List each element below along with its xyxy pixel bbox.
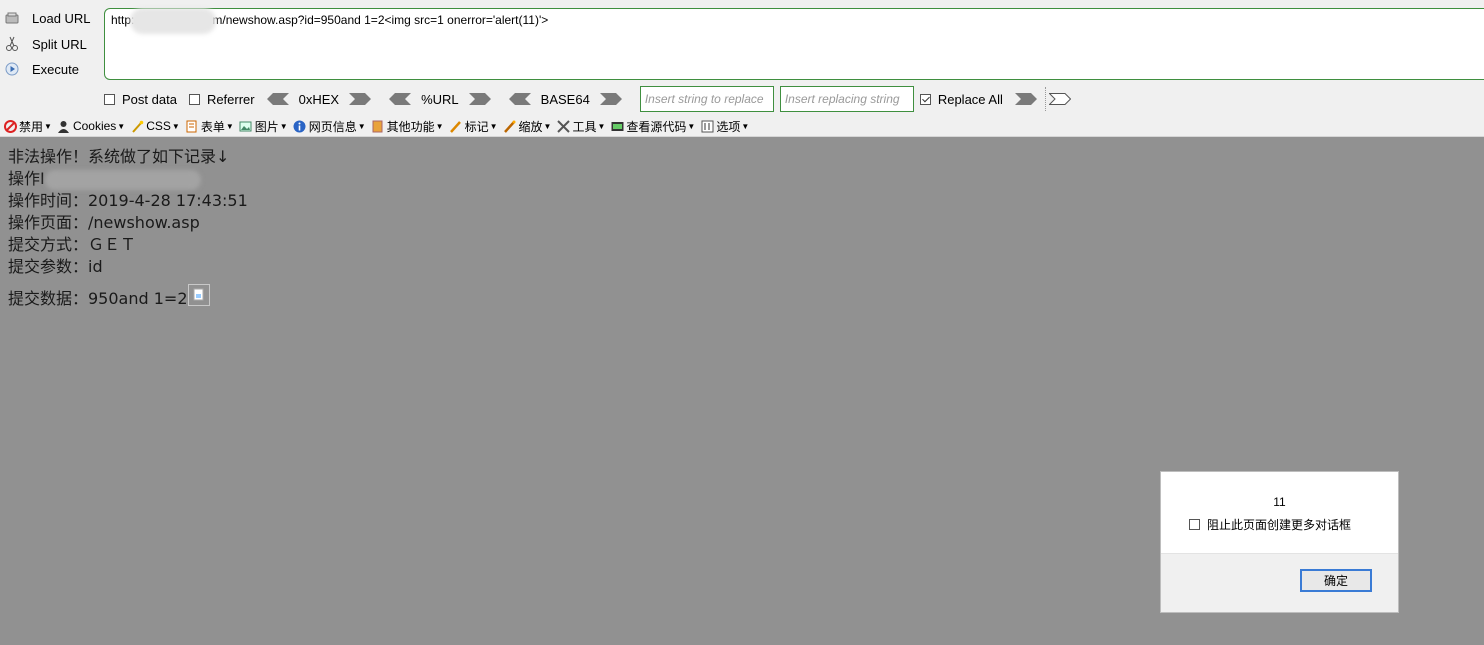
toolbar-css[interactable]: CSS ▼ — [130, 119, 180, 133]
toolbar-misc-label: 其他功能 — [386, 119, 435, 134]
replace-string-input[interactable]: Insert string to replace — [639, 86, 774, 112]
toolbar-forms[interactable]: 表单 ▼ — [185, 118, 234, 135]
load-url-button[interactable]: Load URL — [4, 6, 96, 30]
scissors-icon — [4, 36, 20, 52]
replace-all-label: Replace All — [937, 91, 1003, 107]
toolbar-options-label: 选项 — [716, 119, 741, 134]
prevent-dialogs-checkbox[interactable] — [1189, 519, 1200, 530]
toolbar-images-label: 图片 — [254, 119, 279, 134]
toolbar-page-info-label: 网页信息 — [308, 119, 357, 134]
split-url-button[interactable]: Split URL — [4, 32, 96, 56]
tools-icon — [556, 119, 570, 133]
options-row: Post data Referrer 0xHEX %URL BASE64 Ins… — [104, 86, 1484, 112]
split-url-label: Split URL — [32, 36, 87, 52]
execute-button[interactable]: Execute — [4, 57, 96, 81]
load-icon — [4, 10, 20, 26]
submit-data-line: 提交数据：950and 1=2 — [8, 284, 248, 310]
toolbar-view-source[interactable]: 查看源代码 ▼ — [610, 118, 695, 135]
form-icon — [185, 119, 199, 133]
toolbar-forms-label: 表单 — [200, 119, 225, 134]
referrer-checkbox[interactable] — [188, 93, 200, 105]
url-textarea[interactable]: http: m/newshow.asp?id=950and 1=2<img src… — [104, 7, 1484, 80]
post-data-label: Post data — [122, 91, 177, 107]
toolbar-disable-label: 禁用 — [19, 119, 44, 134]
toolbar-disable[interactable]: 禁用 ▼ — [3, 118, 52, 135]
toolbar-resize[interactable]: 缩放 ▼ — [503, 118, 551, 135]
base64-encoder: BASE64 — [508, 91, 622, 107]
arrow-left-icon[interactable] — [389, 93, 412, 105]
person-icon — [57, 119, 71, 133]
url-encoder: %URL — [389, 92, 491, 107]
hex-label: 0xHEX — [298, 91, 340, 107]
toolbar-outline[interactable]: 标记 ▼ — [449, 118, 498, 135]
arrow-right-icon[interactable] — [468, 93, 491, 105]
page-content: 非法操作！系统做了如下记录↓ 操作I 操作时间：2019-4-28 17:43:… — [8, 146, 248, 310]
wand-icon — [130, 119, 144, 133]
arrow-left-icon[interactable] — [266, 93, 289, 105]
replace-arrow-icon[interactable] — [1014, 93, 1037, 105]
folder-icon — [371, 119, 385, 133]
submit-method-line: 提交方式：ＧＥＴ — [8, 235, 137, 254]
redacted-ip — [44, 169, 201, 190]
replace-arrow-outline-icon[interactable] — [1048, 93, 1071, 105]
referrer-label: Referrer — [206, 91, 255, 107]
url-encode-label: %URL — [421, 91, 459, 107]
referrer-option[interactable]: Referrer — [188, 91, 255, 107]
execute-label: Execute — [32, 61, 79, 77]
options-icon — [700, 119, 714, 133]
info-icon — [293, 119, 307, 133]
toolbar-images[interactable]: 图片 ▼ — [239, 118, 288, 135]
post-data-checkbox[interactable] — [104, 93, 115, 105]
submit-data-text: 提交数据：950and 1=2 — [8, 289, 188, 308]
operation-page-line: 操作页面：/newshow.asp — [8, 213, 200, 232]
replace-all-option[interactable]: Replace All — [919, 91, 1003, 107]
source-icon — [610, 119, 624, 133]
separator — [1044, 87, 1047, 111]
arrow-right-icon[interactable] — [349, 93, 372, 105]
operation-ip-line: 操作I — [8, 168, 248, 190]
prevent-dialogs-label: 阻止此页面创建更多对话框 — [1207, 518, 1352, 532]
pencil-icon — [449, 119, 463, 133]
toolbar-resize-label: 缩放 — [518, 119, 543, 134]
toolbar-page-info[interactable]: 网页信息 ▼ — [293, 118, 366, 135]
broken-image-icon — [187, 284, 210, 306]
hackbar-panel: Load URL Split URL Execute http: m/newsho… — [0, 0, 1484, 116]
resize-icon — [503, 119, 517, 133]
ok-button[interactable]: 确定 — [1300, 569, 1372, 592]
block-icon — [3, 119, 17, 133]
arrow-left-icon[interactable] — [508, 93, 531, 105]
prevent-dialogs-option[interactable]: 阻止此页面创建更多对话框 — [1189, 516, 1351, 533]
toolbar-view-source-label: 查看源代码 — [626, 119, 687, 134]
toolbar-tools-label: 工具 — [572, 119, 597, 134]
warning-title: 非法操作！系统做了如下记录↓ — [8, 147, 230, 166]
web-developer-toolbar: 禁用 ▼ Cookies ▼ CSS ▼ 表单 ▼ 图片 ▼ 网页信息 ▼ 其他功能 ▼ 标记… — [0, 116, 1484, 137]
arrow-right-icon[interactable] — [599, 93, 622, 105]
replacing-string-input[interactable]: Insert replacing string — [779, 86, 914, 112]
toolbar-cookies-label: Cookies — [72, 119, 117, 133]
alert-dialog: 11 阻止此页面创建更多对话框 确定 — [1160, 471, 1399, 613]
toolbar-tools[interactable]: 工具 ▼ — [556, 118, 605, 135]
toolbar-css-label: CSS — [146, 119, 171, 133]
load-url-label: Load URL — [32, 10, 91, 26]
url-suffix: m/newshow.asp?id=950and 1=2<img src=1 on… — [212, 13, 549, 27]
operation-ip-label: 操作I — [8, 169, 45, 188]
toolbar-outline-label: 标记 — [464, 119, 489, 134]
toolbar-options[interactable]: 选项 ▼ — [700, 118, 749, 135]
hex-encoder: 0xHEX — [266, 91, 372, 107]
post-data-option[interactable]: Post data — [104, 92, 177, 107]
alert-message: 11 — [1273, 495, 1286, 509]
toolbar-misc[interactable]: 其他功能 ▼ — [371, 118, 444, 135]
alert-footer: 确定 — [1161, 553, 1398, 612]
replace-all-checkbox[interactable] — [919, 93, 931, 105]
operation-time-line: 操作时间：2019-4-28 17:43:51 — [8, 191, 248, 210]
toolbar-cookies[interactable]: Cookies ▼ — [57, 119, 125, 133]
base64-label: BASE64 — [540, 91, 590, 107]
image-icon — [239, 119, 253, 133]
play-icon — [4, 61, 20, 77]
submit-param-line: 提交参数：id — [8, 257, 103, 276]
redacted-host — [130, 7, 217, 34]
